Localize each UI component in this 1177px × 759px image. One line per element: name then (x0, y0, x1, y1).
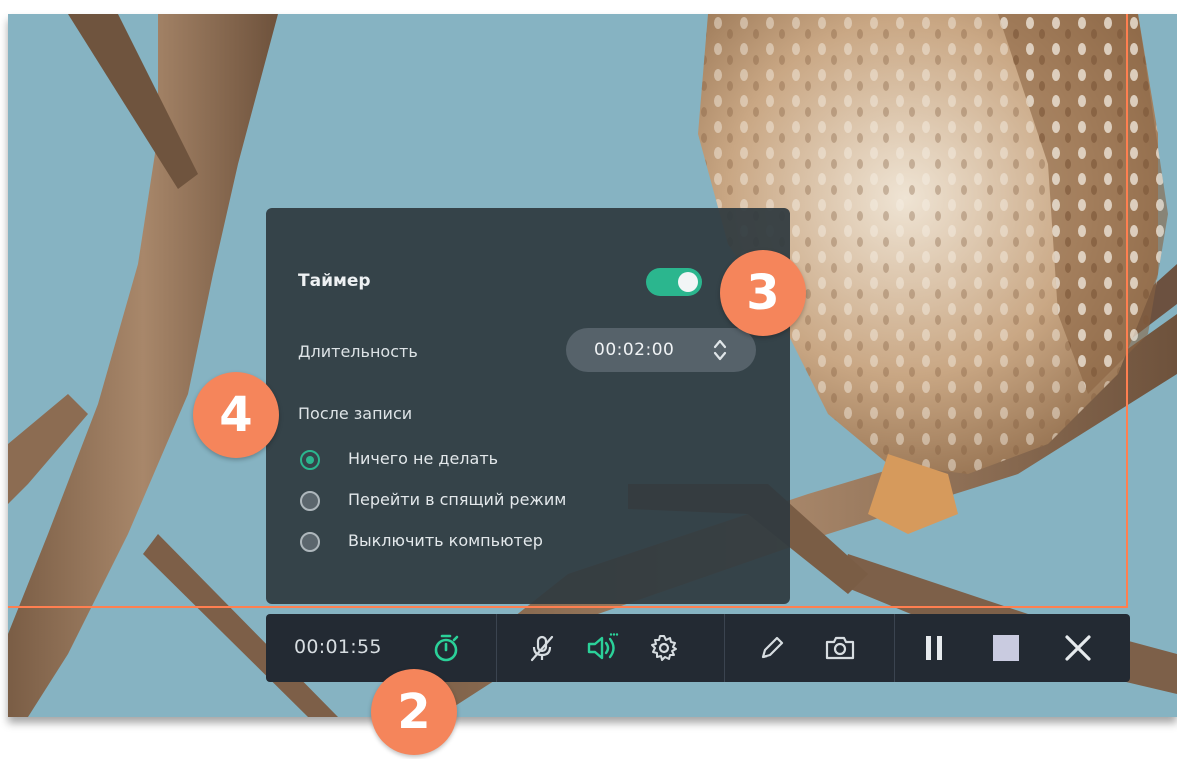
pause-icon[interactable] (916, 630, 952, 666)
radio-unselected[interactable] (300, 491, 320, 511)
after-recording-label: После записи (298, 404, 413, 423)
speaker-icon[interactable] (584, 630, 620, 666)
elapsed-time: 00:01:55 (294, 636, 382, 658)
duration-label: Длительность (298, 342, 418, 361)
callout-badge-3: 3 (720, 250, 806, 336)
settings-icon[interactable] (646, 630, 682, 666)
camera-icon[interactable] (822, 630, 858, 666)
stop-icon[interactable] (988, 630, 1024, 666)
toolbar-divider (724, 614, 725, 682)
callout-badge-4: 4 (193, 372, 279, 458)
callout-badge-2: 2 (371, 669, 457, 755)
toolbar-divider (894, 614, 895, 682)
option-label: Ничего не делать (348, 449, 499, 468)
pencil-icon[interactable] (754, 630, 790, 666)
option-label: Выключить компьютер (348, 531, 543, 550)
toggle-knob (678, 272, 698, 292)
spinner-arrows-icon[interactable] (712, 336, 728, 364)
toolbar-divider (496, 614, 497, 682)
close-icon[interactable] (1060, 630, 1096, 666)
duration-input[interactable]: 00:02:00 (566, 328, 756, 372)
timer-icon[interactable] (428, 630, 464, 666)
timer-settings-panel: Таймер Длительность 00:02:00 После запис… (266, 208, 790, 604)
timer-title: Таймер (298, 271, 371, 291)
duration-value: 00:02:00 (594, 340, 675, 360)
microphone-muted-icon[interactable] (524, 630, 560, 666)
radio-unselected[interactable] (300, 532, 320, 552)
timer-toggle[interactable] (646, 268, 702, 296)
option-label: Перейти в спящий режим (348, 490, 567, 509)
radio-selected[interactable] (300, 450, 320, 470)
